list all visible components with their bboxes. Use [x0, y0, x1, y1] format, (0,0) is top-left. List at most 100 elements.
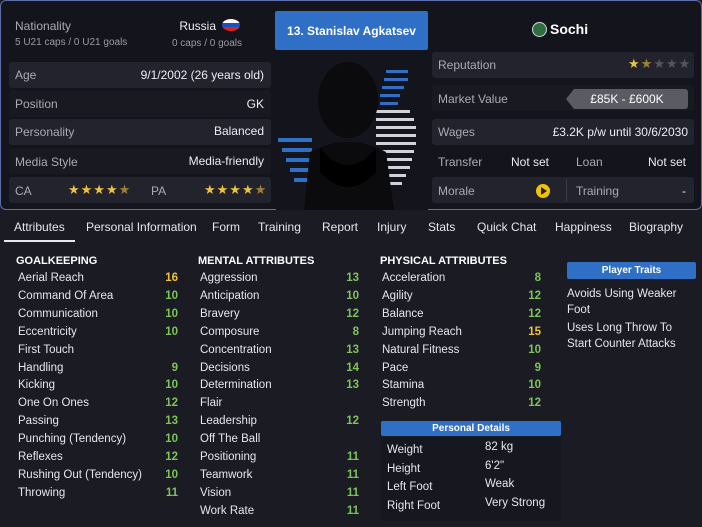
active-tab-indicator: [4, 240, 75, 242]
attribute-name[interactable]: Jumping Reach: [382, 326, 462, 338]
attribute-name[interactable]: Anticipation: [200, 290, 259, 302]
attribute-value: 12: [528, 289, 541, 302]
attribute-name[interactable]: Punching (Tendency): [18, 433, 126, 445]
attribute-name[interactable]: Vision: [200, 487, 231, 499]
attribute-value: 10: [346, 289, 359, 302]
attribute-value: 10: [165, 468, 178, 481]
attribute-value: 10: [165, 289, 178, 302]
attribute-name[interactable]: Off The Ball: [200, 433, 260, 445]
attribute-value: 12: [528, 307, 541, 320]
nationality-value[interactable]: Russia: [130, 19, 216, 33]
attribute-name[interactable]: Bravery: [200, 308, 240, 320]
attribute-name[interactable]: Leadership: [200, 415, 257, 427]
tab-report[interactable]: Report: [322, 220, 358, 234]
tab-stats[interactable]: Stats: [428, 220, 455, 234]
personal-detail-label: Height: [387, 462, 421, 475]
attribute-value: 12: [346, 415, 359, 428]
attribute-name[interactable]: Stamina: [382, 379, 424, 391]
attribute-name[interactable]: Command Of Area: [18, 290, 113, 302]
market-value-badge[interactable]: £85K - £600K: [566, 89, 688, 109]
attribute-value: 12: [346, 307, 359, 320]
tab-happiness[interactable]: Happiness: [555, 220, 612, 234]
attribute-value: 10: [165, 379, 178, 392]
attribute-value: 11: [346, 451, 359, 463]
attribute-name[interactable]: Work Rate: [200, 505, 254, 517]
transfer-label: Transfer: [438, 155, 483, 169]
attribute-name[interactable]: Throwing: [18, 487, 65, 499]
attribute-name[interactable]: Concentration: [200, 344, 272, 356]
personal-detail-label: Right Foot: [387, 499, 441, 512]
attribute-name[interactable]: Pace: [382, 362, 408, 374]
attribute-value: 13: [346, 272, 359, 284]
trait-item[interactable]: Avoids Using Weaker Foot: [567, 286, 692, 318]
attribute-name[interactable]: Passing: [18, 415, 59, 427]
player-traits-header[interactable]: Player Traits: [567, 262, 696, 279]
trait-item[interactable]: Uses Long Throw To Start Counter Attacks: [567, 320, 697, 352]
attribute-name[interactable]: Strength: [382, 397, 425, 409]
attribute-name[interactable]: Decisions: [200, 362, 250, 374]
wages-value: £3.2K p/w until 30/6/2030: [552, 125, 688, 139]
attribute-value: 8: [352, 325, 359, 338]
age-value: 9/1/2002 (26 years old): [140, 68, 264, 82]
u21-caps: 5 U21 caps / 0 U21 goals: [15, 37, 128, 48]
personal-detail-value: 6'2": [485, 459, 505, 472]
pa-stars[interactable]: ★★★★★: [204, 182, 267, 198]
wages-label: Wages: [438, 125, 475, 139]
attribute-name[interactable]: First Touch: [18, 344, 74, 356]
tab-attributes[interactable]: Attributes: [14, 220, 65, 234]
loan-value[interactable]: Not set: [626, 155, 686, 169]
attribute-name[interactable]: Teamwork: [200, 469, 252, 481]
attribute-name[interactable]: Balance: [382, 308, 424, 320]
age-label: Age: [15, 68, 37, 82]
personal-detail-label: Weight: [387, 444, 423, 456]
media-label: Media Style: [15, 155, 78, 169]
attribute-name[interactable]: Aerial Reach: [18, 272, 84, 284]
tab-training[interactable]: Training: [258, 220, 301, 234]
ca-stars[interactable]: ★★★★★: [68, 182, 131, 198]
personal-detail-label: Left Foot: [387, 481, 433, 493]
attribute-name[interactable]: Eccentricity: [18, 326, 77, 338]
attribute-name[interactable]: Rushing Out (Tendency): [18, 469, 142, 481]
personal-detail-value: 82 kg: [485, 441, 514, 453]
attribute-value: 11: [346, 486, 359, 499]
attribute-name[interactable]: Reflexes: [18, 451, 63, 463]
attribute-name[interactable]: Positioning: [200, 451, 256, 463]
position-value: GK: [246, 97, 264, 111]
morale-icon[interactable]: [536, 184, 550, 198]
attribute-name[interactable]: Determination: [200, 379, 272, 391]
tab-injury[interactable]: Injury: [377, 220, 406, 234]
attribute-value: 14: [346, 361, 359, 374]
morale-label: Morale: [438, 184, 475, 198]
attribute-name[interactable]: Composure: [200, 326, 259, 338]
tab-quick-chat[interactable]: Quick Chat: [477, 220, 536, 234]
tab-bar: Attributes Personal Information Form Tra…: [0, 213, 702, 243]
market-value-label: Market Value: [438, 92, 508, 106]
attribute-name[interactable]: One On Ones: [18, 397, 89, 409]
club-name[interactable]: Sochi: [550, 21, 588, 37]
personal-detail-value: Weak: [485, 478, 515, 490]
attribute-name[interactable]: Communication: [18, 308, 98, 320]
loan-label: Loan: [576, 155, 603, 169]
club-crest-icon: [532, 22, 547, 37]
tab-form[interactable]: Form: [212, 220, 240, 234]
tab-personal-information[interactable]: Personal Information: [86, 220, 197, 234]
attribute-name[interactable]: Kicking: [18, 379, 55, 391]
attribute-name[interactable]: Aggression: [200, 272, 258, 284]
tab-biography[interactable]: Biography: [629, 220, 683, 234]
attribute-value: 11: [165, 486, 178, 499]
attribute-name[interactable]: Agility: [382, 290, 413, 302]
attribute-name[interactable]: Flair: [200, 397, 222, 409]
attribute-value: 11: [346, 468, 359, 481]
attribute-name[interactable]: Acceleration: [382, 272, 445, 284]
attribute-value: 10: [528, 343, 541, 356]
attribute-value: 11: [346, 504, 359, 517]
transfer-value[interactable]: Not set: [490, 155, 549, 169]
player-name-button[interactable]: 13. Stanislav Agkatsev: [275, 11, 428, 50]
attribute-value: 10: [165, 433, 178, 446]
position-label: Position: [15, 97, 58, 111]
personal-details-header: Personal Details: [381, 421, 561, 436]
attribute-name[interactable]: Handling: [18, 362, 63, 374]
player-name: 13. Stanislav Agkatsev: [287, 23, 416, 38]
ca-label: CA: [15, 184, 32, 198]
attribute-name[interactable]: Natural Fitness: [382, 344, 459, 356]
